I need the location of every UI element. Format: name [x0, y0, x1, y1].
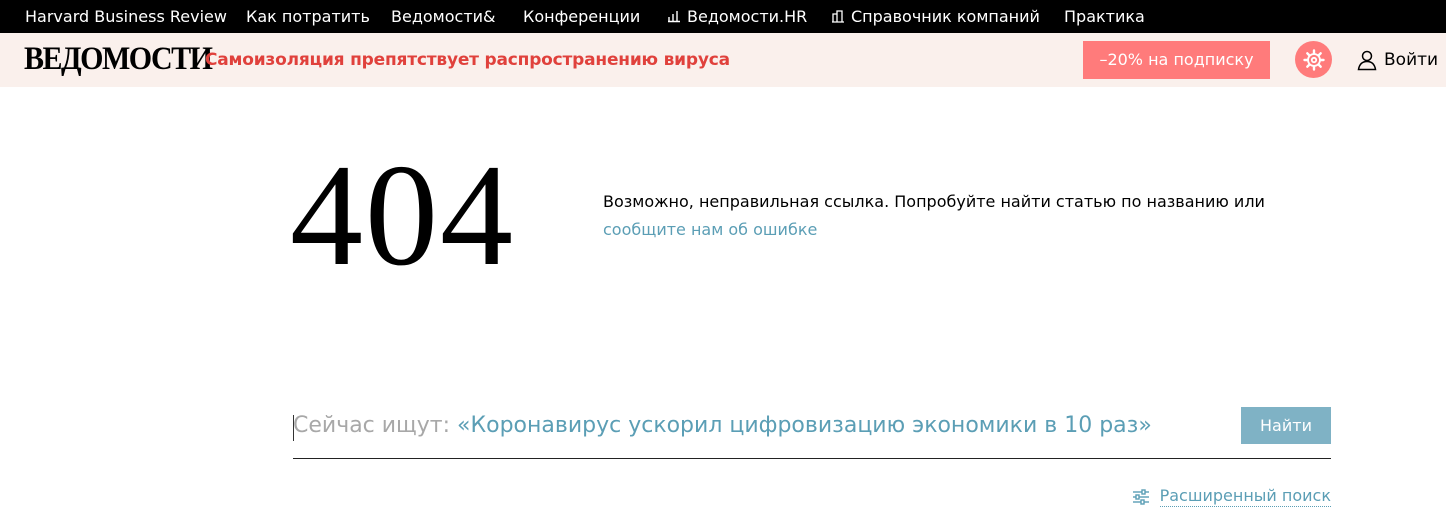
- site-header: ВЕДОМОСТИ Самоизоляция препятствует расп…: [0, 33, 1446, 87]
- building-icon: [832, 10, 844, 23]
- search-suggestion[interactable]: «Коронавирус ускорил цифровизацию эконом…: [457, 413, 1152, 438]
- nav-item-company-directory[interactable]: Справочник компаний: [831, 0, 1040, 33]
- search-form: Сейчас ищут: «Коронавирус ускорил цифров…: [293, 405, 1331, 459]
- gear-icon: [1302, 48, 1325, 71]
- search-placeholder-prefix: Сейчас ищут:: [293, 413, 458, 438]
- nav-item-vedomosti-and[interactable]: Ведомости&: [391, 0, 496, 33]
- settings-button[interactable]: [1295, 41, 1332, 78]
- report-error-link[interactable]: сообщите нам об ошибке: [603, 220, 817, 239]
- nav-item-practice[interactable]: Практика: [1064, 0, 1145, 33]
- user-icon: [1357, 50, 1377, 71]
- login-link[interactable]: Войти: [1356, 48, 1438, 72]
- breaking-headline[interactable]: Самоизоляция препятствует распространени…: [205, 50, 730, 70]
- sliders-icon: [1132, 488, 1149, 505]
- subscribe-button[interactable]: –20% на подписку: [1083, 41, 1270, 79]
- login-label: Войти: [1384, 50, 1439, 70]
- error-message-text: Возможно, неправильная ссылка. Попробуйт…: [603, 192, 1265, 211]
- error-code: 404: [290, 134, 515, 296]
- nav-item-vedomosti-hr[interactable]: Ведомости.HR: [667, 0, 807, 33]
- top-navigation: Harvard Business Review Как потратить Ве…: [0, 0, 1446, 33]
- advanced-search-link[interactable]: Расширенный поиск: [1132, 486, 1331, 507]
- error-message: Возможно, неправильная ссылка. Попробуйт…: [603, 188, 1303, 244]
- nav-item-conferences[interactable]: Конференции: [523, 0, 640, 33]
- chart-icon: [668, 11, 680, 23]
- nav-item-hbr[interactable]: Harvard Business Review: [25, 0, 227, 33]
- nav-item-how-to-spend[interactable]: Как потратить: [246, 0, 370, 33]
- nav-item-label: Ведомости.HR: [687, 7, 808, 26]
- search-button[interactable]: Найти: [1241, 407, 1331, 444]
- site-logo[interactable]: ВЕДОМОСТИ: [24, 41, 213, 78]
- advanced-search-label: Расширенный поиск: [1159, 486, 1331, 507]
- nav-item-label: Справочник компаний: [851, 7, 1040, 26]
- search-input[interactable]: Сейчас ищут: «Коронавирус ускорил цифров…: [293, 413, 1152, 438]
